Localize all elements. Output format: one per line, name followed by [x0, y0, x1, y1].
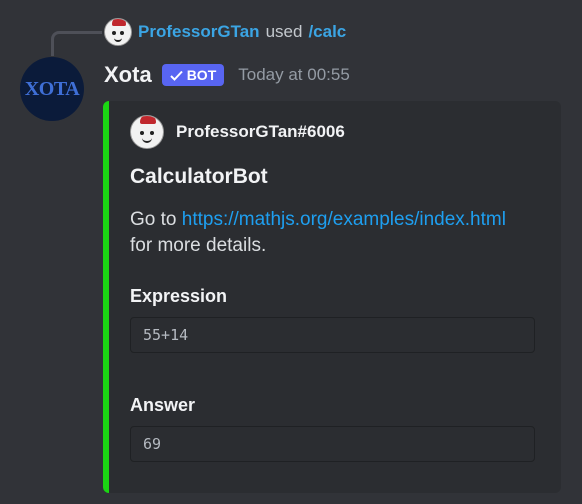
slash-command[interactable]: /calc [308, 22, 346, 42]
reply-verb: used [265, 22, 303, 41]
reply-connector [51, 31, 102, 56]
verified-check-icon [169, 70, 183, 81]
bot-tag: BOT [161, 64, 225, 86]
description-prefix: Go to [130, 209, 182, 230]
avatar-logo-text: XOTA [24, 77, 80, 100]
embed-author-name: ProfessorGTan#6006 [176, 122, 345, 141]
field-answer-name: Answer [130, 395, 196, 415]
answer-code: 69 [143, 435, 162, 453]
embed-description: Go to https://mathjs.org/examples/index.… [130, 207, 515, 259]
bot-avatar[interactable]: XOTA [20, 57, 84, 121]
field-expression-value: 55+14 [130, 317, 535, 353]
mathjs-link[interactable]: https://mathjs.org/examples/index.html [182, 209, 506, 230]
embed-author-avatar [130, 115, 164, 149]
replied-user-avatar[interactable] [104, 18, 132, 46]
field-answer-value: 69 [130, 426, 535, 462]
bot-tag-label: BOT [186, 67, 217, 83]
embed-author: ProfessorGTan#6006 [130, 115, 345, 149]
embed-title: CalculatorBot [130, 165, 268, 188]
field-expression-name: Expression [130, 286, 228, 306]
message-header: Xota BOT Today at 00:55 [104, 60, 350, 90]
embed-card: ProfessorGTan#6006 CalculatorBot Go to h… [103, 101, 561, 493]
description-suffix: for more details. [130, 235, 267, 256]
reply-reference[interactable]: ProfessorGTan used /calc [104, 18, 346, 46]
replied-username[interactable]: ProfessorGTan [138, 22, 260, 42]
expression-code: 55+14 [143, 326, 189, 344]
message-timestamp: Today at 00:55 [238, 65, 350, 84]
bot-username[interactable]: Xota [104, 62, 152, 88]
